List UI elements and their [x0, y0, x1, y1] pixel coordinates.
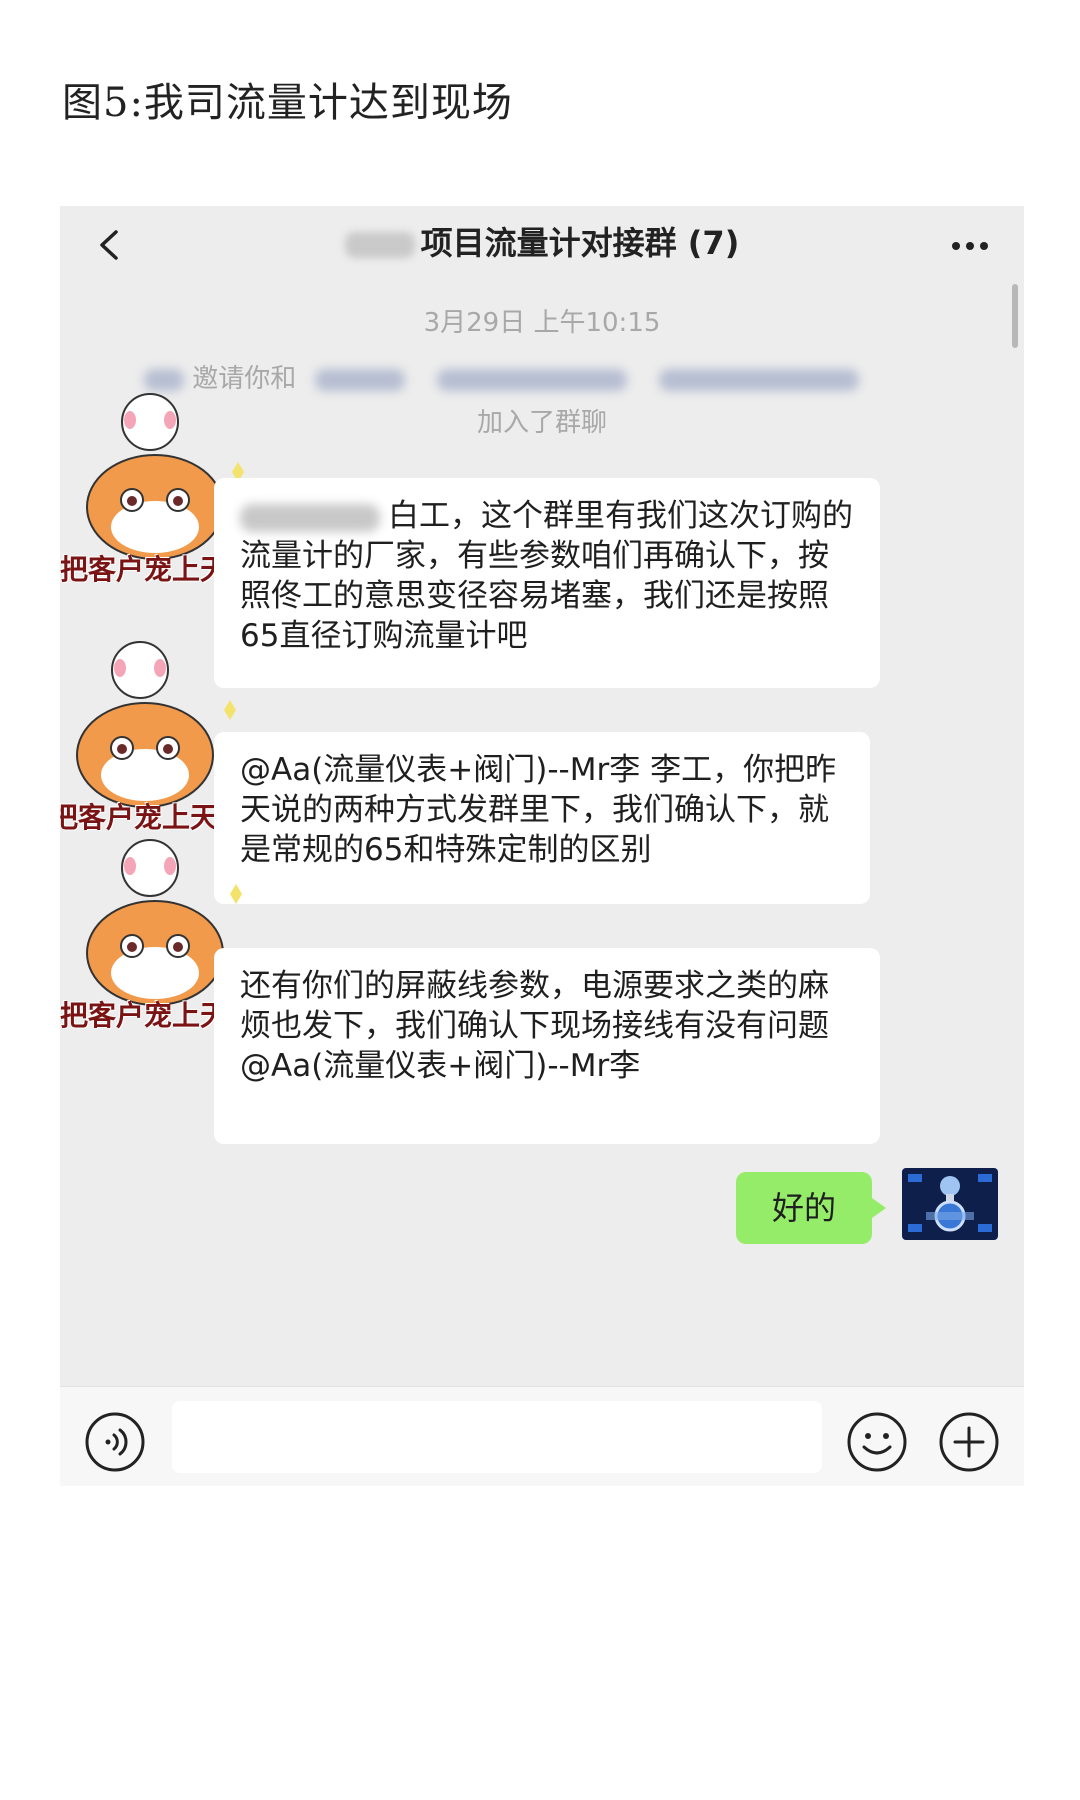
figure-caption: 图5:我司流量计达到现场	[62, 80, 513, 126]
sticker-caption: 把客户宠上天	[60, 801, 219, 834]
message-bubble[interactable]: @Aa(流量仪表+阀门)--Mr李 李工，你把昨天说的两种方式发群里下，我们确认…	[214, 732, 870, 904]
my-avatar[interactable]	[902, 1168, 998, 1240]
my-message-bubble[interactable]: 好的	[736, 1172, 886, 1244]
message-input[interactable]	[172, 1401, 822, 1473]
plus-icon[interactable]	[938, 1411, 1000, 1473]
redacted-name	[436, 368, 627, 391]
redacted-name	[344, 232, 415, 258]
message-bubble[interactable]: 白工，这个群里有我们这次订购的流量计的厂家，有些参数咱们再确认下，按照佟工的意思…	[214, 478, 880, 688]
sticker-caption: 把客户宠上天	[60, 999, 229, 1032]
redacted-name	[314, 368, 405, 391]
flowmeter-avatar-icon	[902, 1168, 998, 1240]
message-timestamp: 3月29日 上午10:15	[423, 308, 661, 338]
input-bar	[60, 1386, 1024, 1486]
chat-title: 项目流量计对接群 (7)	[60, 218, 1024, 264]
more-dots-icon[interactable]	[946, 226, 994, 266]
sticker-caption: 把客户宠上天	[60, 553, 229, 586]
message-text: @Aa(流量仪表+阀门)--Mr李 李工，你把昨天说的两种方式发群里下，我们确认…	[240, 752, 837, 868]
system-invite-line: 邀请你和	[144, 358, 944, 394]
voice-icon[interactable]	[84, 1411, 146, 1473]
message-bubble[interactable]: 还有你们的屏蔽线参数，电源要求之类的麻烦也发下，我们确认下现场接线有没有问题 @…	[214, 948, 880, 1144]
chat-title-text: 项目流量计对接群 (7)	[420, 224, 740, 262]
chat-header: 项目流量计对接群 (7)	[60, 206, 1024, 286]
message-text: 还有你们的屏蔽线参数，电源要求之类的麻烦也发下，我们确认下现场接线有没有问题 @…	[240, 968, 829, 1084]
redacted-name	[240, 503, 380, 532]
chat-window: 项目流量计对接群 (7) 3月29日 上午10:15 邀请你和 加入了群聊 把客…	[60, 206, 1024, 1486]
redacted-name	[659, 368, 860, 391]
emoji-icon[interactable]	[846, 1411, 908, 1473]
